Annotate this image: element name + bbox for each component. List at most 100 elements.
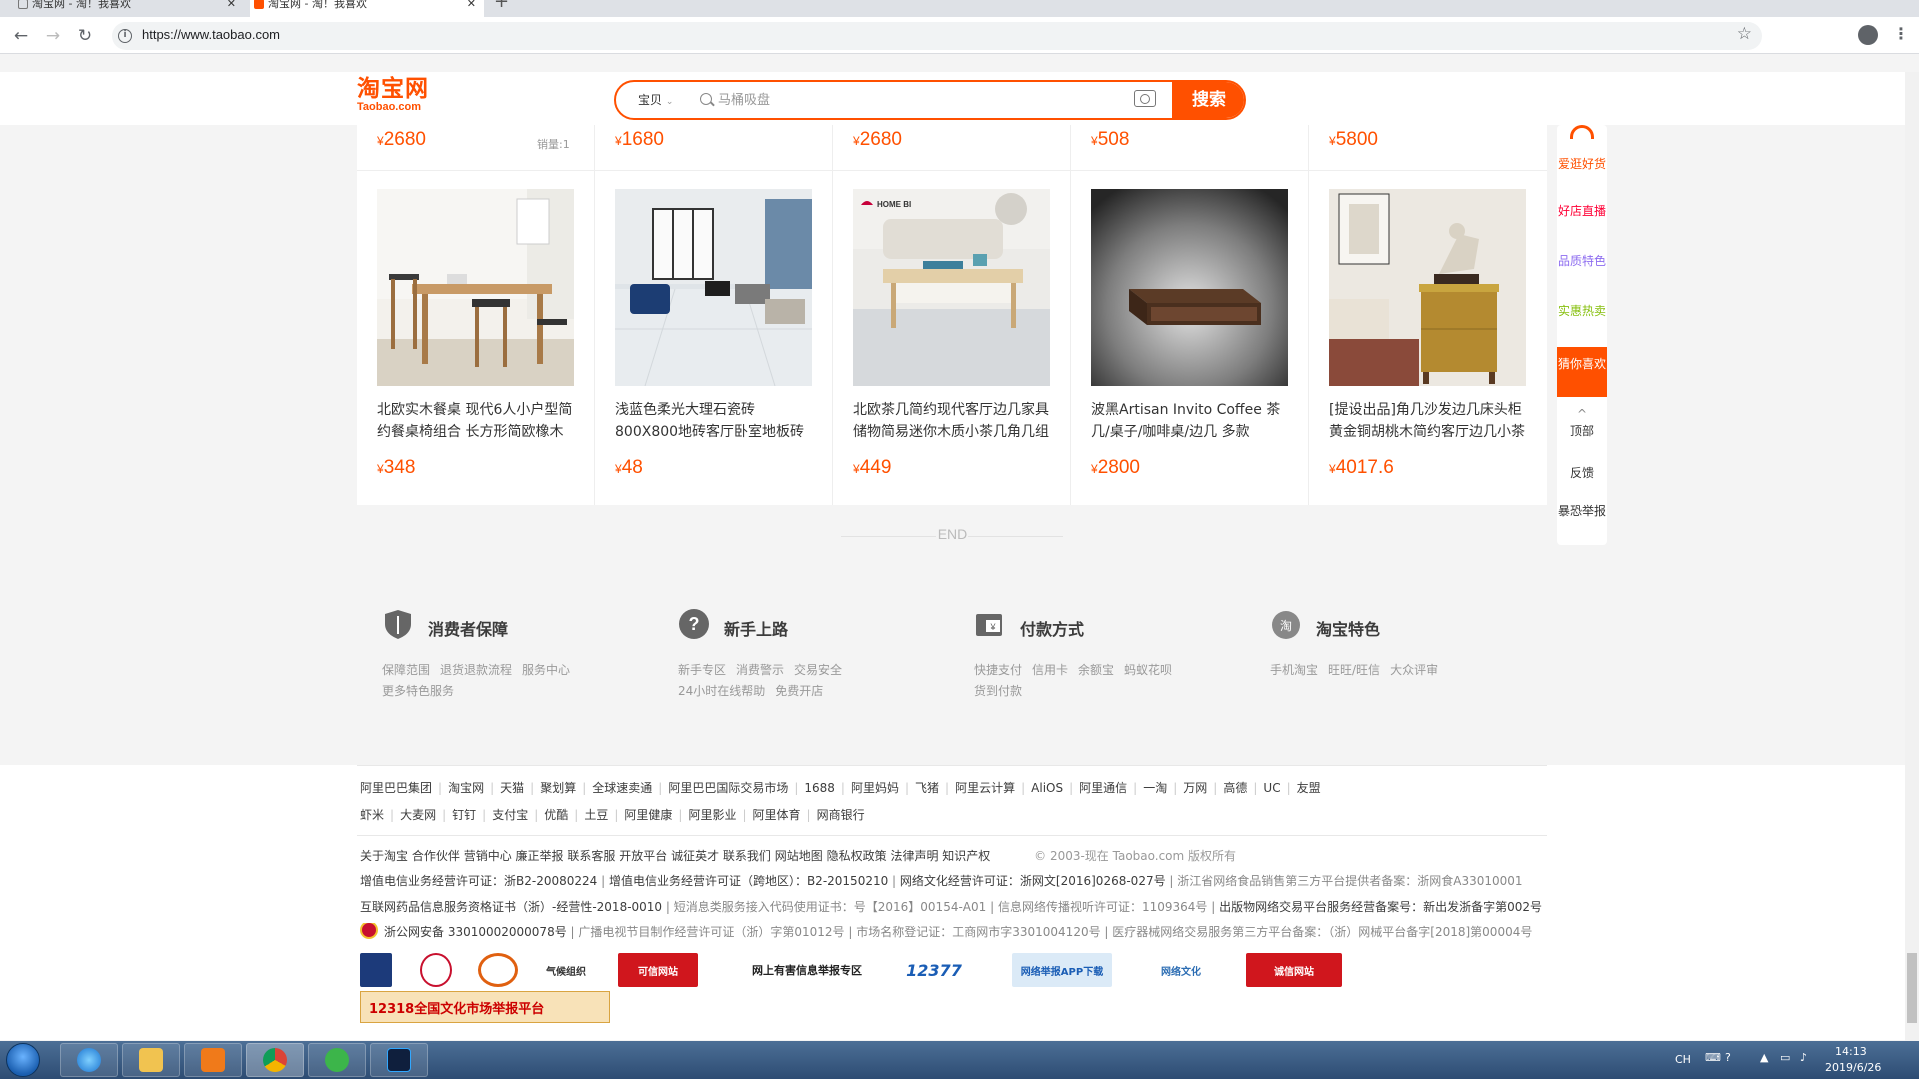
product-image[interactable]: HOME BI <box>853 189 1050 386</box>
service-link[interactable]: 退货退款流程 <box>440 660 512 681</box>
footer-link[interactable]: 阿里体育 <box>753 808 801 822</box>
search-button[interactable]: 搜索 <box>1172 82 1244 118</box>
footer-link[interactable]: UC <box>1263 781 1280 795</box>
ie-taskbar-button[interactable] <box>60 1043 118 1077</box>
search-input[interactable] <box>718 82 1118 118</box>
service-title[interactable]: 付款方式 <box>1020 616 1084 640</box>
reload-icon[interactable]: ↻ <box>74 25 96 47</box>
footer-link[interactable]: 阿里健康 <box>624 808 672 822</box>
search-scope-dropdown[interactable]: 宝贝 ⌄ <box>638 82 673 118</box>
footer-link[interactable]: 大麦网 <box>400 808 436 822</box>
bookmark-star-icon[interactable]: ☆ <box>1737 24 1752 44</box>
help-icon[interactable]: ? <box>1725 1051 1731 1064</box>
footer-link[interactable]: 土豆 <box>584 808 608 822</box>
product-card[interactable]: HOME BI 北欧茶几简约现代客厅边几家具储物简易迷你木质小茶几角几组 ¥44… <box>833 172 1070 505</box>
footer-link[interactable]: 飞猪 <box>915 781 939 795</box>
climate-badge[interactable]: 气候组织 <box>538 953 594 987</box>
footer-link[interactable]: AliOS <box>1031 781 1063 795</box>
product-price[interactable]: ¥5800 <box>1329 129 1378 151</box>
service-link[interactable]: 快捷支付 <box>974 660 1022 681</box>
taobao-logo[interactable]: 淘宝网 Taobao.com <box>357 77 429 113</box>
footer-link[interactable]: 阿里影业 <box>688 808 736 822</box>
service-link[interactable]: 更多特色服务 <box>382 681 454 702</box>
service-link[interactable]: 交易安全 <box>794 660 842 681</box>
chrome-taskbar-button[interactable] <box>246 1043 304 1077</box>
side-nav-item[interactable]: 爱逛好货 <box>1557 157 1607 172</box>
service-link[interactable]: 新手专区 <box>678 660 726 681</box>
side-nav-item[interactable]: 实惠热卖 <box>1557 304 1607 319</box>
report-app-badge[interactable]: 网络举报APP下载 <box>1012 953 1112 987</box>
product-price[interactable]: ¥348 <box>377 457 415 479</box>
footer-link[interactable]: 联系客服 <box>567 849 615 863</box>
service-title[interactable]: 新手上路 <box>724 616 788 640</box>
footer-link[interactable]: 隐私权政策 <box>827 849 887 863</box>
license-text[interactable]: 出版物网络交易平台服务经营备案号：新出发浙备字第002号 <box>1219 900 1542 914</box>
scrollbar-thumb[interactable] <box>1907 953 1917 1023</box>
license-text[interactable]: 市场名称登记证：工商网市字3301004120号 <box>856 925 1100 939</box>
footer-link[interactable]: 开放平台 <box>619 849 667 863</box>
footer-link[interactable]: 聚划算 <box>540 781 576 795</box>
scrollbar[interactable] <box>1905 72 1919 1041</box>
license-text[interactable]: 短消息类服务接入代码使用证书：号【2016】00154-A01 <box>674 900 987 914</box>
footer-link[interactable]: 阿里巴巴国际交易市场 <box>668 781 788 795</box>
footer-link[interactable]: 全球速卖通 <box>592 781 652 795</box>
browser360-taskbar-button[interactable] <box>308 1043 366 1077</box>
input-language[interactable]: CH <box>1675 1053 1691 1066</box>
back-to-top-button[interactable]: 顶部 <box>1557 424 1607 439</box>
license-text[interactable]: 互联网药品信息服务资格证书（浙）-经营性-2018-0010 <box>360 900 662 914</box>
footer-link[interactable]: 天猫 <box>500 781 524 795</box>
back-arrow-icon[interactable]: ← <box>10 25 32 47</box>
footer-link[interactable]: 网站地图 <box>775 849 823 863</box>
new-tab-icon[interactable]: + <box>494 0 509 12</box>
footer-link[interactable]: 诚征英才 <box>671 849 719 863</box>
product-card[interactable]: [提设出品]角几沙发边几床头柜黄金铜胡桃木简约客厅边几小茶 ¥4017.6 <box>1309 172 1546 505</box>
footer-link[interactable]: 万网 <box>1183 781 1207 795</box>
service-title[interactable]: 淘宝特色 <box>1316 616 1380 640</box>
service-link[interactable]: 大众评审 <box>1390 660 1438 681</box>
service-link[interactable]: 服务中心 <box>522 660 570 681</box>
start-button-icon[interactable] <box>6 1043 40 1077</box>
product-title[interactable]: 北欧实木餐桌 现代6人小户型简约餐桌椅组合 长方形简欧橡木 <box>377 399 574 445</box>
license-text[interactable]: 浙公网安备 33010002000078号 <box>384 925 567 939</box>
footer-link[interactable]: 钉钉 <box>452 808 476 822</box>
url-text[interactable]: https://www.taobao.com <box>142 27 280 42</box>
product-title[interactable]: [提设出品]角几沙发边几床头柜黄金铜胡桃木简约客厅边几小茶 <box>1329 399 1526 445</box>
harmful-info-report-badge[interactable]: 网上有害信息举报专区 <box>732 953 882 987</box>
product-card[interactable]: 波黑Artisan Invito Coffee 茶几/桌子/咖啡桌/边几 多款 … <box>1071 172 1308 505</box>
product-card[interactable]: 北欧实木餐桌 现代6人小户型简约餐桌椅组合 长方形简欧橡木 ¥348 <box>357 172 594 505</box>
footer-link[interactable]: 友盟 <box>1297 781 1321 795</box>
license-text[interactable]: 医疗器械网络交易服务第三方平台备案：（浙）网械平台备字[2018]第00004号 <box>1112 925 1532 939</box>
side-nav-item[interactable]: 品质特色 <box>1557 254 1607 269</box>
service-link[interactable]: 手机淘宝 <box>1270 660 1318 681</box>
product-price[interactable]: ¥48 <box>615 457 643 479</box>
footer-link[interactable]: 法律声明 <box>890 849 938 863</box>
info-icon[interactable]: i <box>118 29 132 43</box>
keyboard-icon[interactable]: ⌨ <box>1705 1051 1721 1064</box>
footer-link[interactable]: 淘宝网 <box>448 781 484 795</box>
product-price[interactable]: ¥449 <box>853 457 891 479</box>
service-link[interactable]: 旺旺/旺信 <box>1328 660 1380 681</box>
product-price[interactable]: ¥2800 <box>1091 457 1140 479</box>
clock-date[interactable]: 2019/6/26 <box>1825 1061 1881 1074</box>
media-taskbar-button[interactable] <box>184 1043 242 1077</box>
tab-active[interactable]: 淘宝网 - 淘！我喜欢 ✕ <box>250 0 484 17</box>
service-link[interactable]: 余额宝 <box>1078 660 1114 681</box>
product-price[interactable]: ¥508 <box>1091 129 1129 151</box>
profile-icon[interactable] <box>1858 25 1878 45</box>
footer-link[interactable]: 阿里云计算 <box>955 781 1015 795</box>
forward-arrow-icon[interactable]: → <box>42 25 64 47</box>
product-card[interactable]: 浅蓝色柔光大理石瓷砖800X800地砖客厅卧室地板砖 防滑耐磨 ¥48 <box>595 172 832 505</box>
footer-link[interactable]: 1688 <box>804 781 835 795</box>
close-tab-icon[interactable]: ✕ <box>467 0 476 17</box>
footer-link[interactable]: 合作伙伴 <box>412 849 460 863</box>
explorer-taskbar-button[interactable] <box>122 1043 180 1077</box>
emblem-badge-icon[interactable] <box>420 953 452 987</box>
footer-link[interactable]: 阿里妈妈 <box>851 781 899 795</box>
license-text[interactable]: 增值电信业务经营许可证（跨地区）：B2-20150210 <box>609 874 888 888</box>
license-text[interactable]: 网络文化经营许可证：浙网文[2016]0268-027号 <box>900 874 1166 888</box>
product-price[interactable]: ¥2680 <box>853 129 902 151</box>
product-image[interactable] <box>1329 189 1526 386</box>
side-nav-item[interactable]: 好店直播 <box>1557 204 1607 219</box>
tab-inactive[interactable]: 淘宝网 - 淘！我喜欢 ✕ <box>14 0 244 17</box>
product-image[interactable] <box>1091 189 1288 386</box>
